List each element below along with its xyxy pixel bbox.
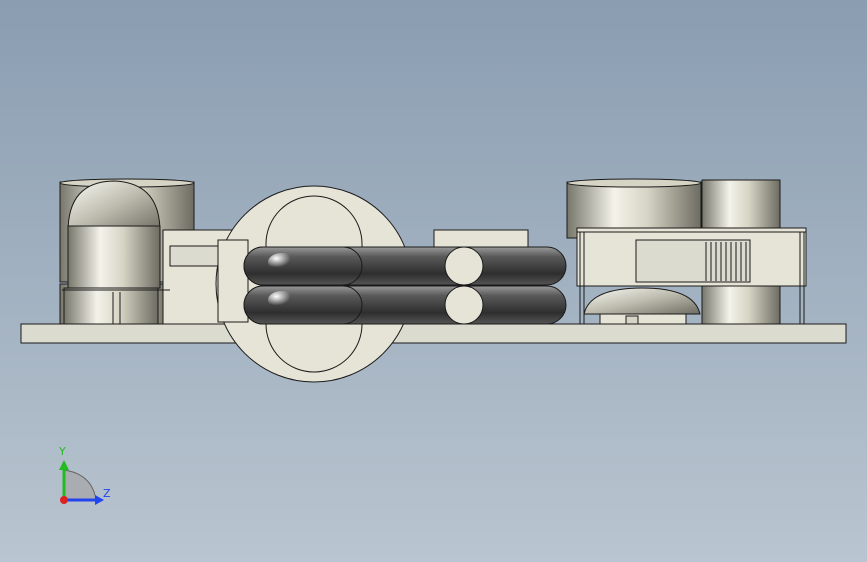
capacitor-dome-left[interactable] bbox=[62, 180, 170, 325]
cad-viewport[interactable]: Y Z bbox=[0, 0, 867, 562]
winding-tube-bottom[interactable] bbox=[243, 285, 567, 325]
capacitor-dome-small[interactable] bbox=[583, 287, 701, 325]
axis-z-label: Z bbox=[103, 487, 111, 500]
winding-tube-top[interactable] bbox=[243, 246, 567, 286]
coordinate-triad-icon: Y Z bbox=[58, 445, 111, 505]
axis-y-label: Y bbox=[58, 445, 66, 458]
pcb-board[interactable] bbox=[20, 323, 847, 344]
